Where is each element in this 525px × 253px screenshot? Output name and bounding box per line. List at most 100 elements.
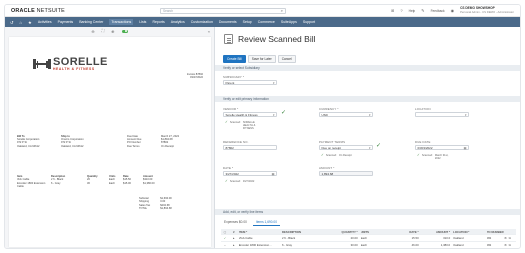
tab-expenses[interactable]: Expenses $0.00 [221, 219, 250, 226]
due-date-input[interactable]: 03/03/2022 ▦ [415, 145, 469, 151]
due-date-field: DUE DATE 03/03/2022 ▦ [415, 140, 469, 151]
chevron-down-icon: ▾ [368, 112, 371, 117]
viewer-toolbar: ⊖ ⛶ ⊕ [5, 27, 214, 35]
nav-transactions[interactable]: Transactions [109, 19, 134, 25]
home-icon[interactable]: ⌂ [20, 20, 23, 25]
create-bill-button[interactable]: Create Bill [223, 55, 246, 64]
nav-lists[interactable]: Lists [139, 20, 146, 24]
nav-customization[interactable]: Customization [191, 20, 213, 24]
items-grid: ▢ # ITEM * DESCRIPTION QUANTITY * UNITS … [221, 229, 516, 248]
user-role: Personal Admin - CS DEMO - Administrator [460, 9, 514, 14]
nav-support[interactable]: Support [303, 20, 315, 24]
document-viewer: ⊖ ⛶ ⊕ « SORELLE HEALTH & FITNESS Invoice… [5, 27, 215, 248]
back-icon[interactable]: ↺ [10, 20, 14, 25]
reference-input[interactable]: 87802 [223, 145, 277, 151]
open-icon[interactable]: ⧉ [509, 243, 511, 247]
vendor-field: VENDOR * Sorelle Health & Fitness ▾ [223, 107, 277, 118]
reference-field: REFERENCE NO. 87802 [223, 140, 277, 151]
vendor-verified-check-icon: ✓ [281, 110, 287, 116]
nav-reports[interactable]: Reports [152, 20, 164, 24]
table-row[interactable]: – ▸ Encoder 1800 Extension... 6 - Gray 3… [221, 242, 516, 248]
vendor-select[interactable]: Sorelle Health & Fitness ▾ [223, 112, 277, 118]
nav-suiteapps[interactable]: SuiteApps [281, 20, 297, 24]
due-date-scanned-value: ✓ Scanned: March 31st, 2022 [417, 153, 449, 161]
invoice-meta-values: March 27, 2022 $1,894.68 87802 On Receip… [161, 135, 180, 148]
check-icon: ✓ [225, 120, 228, 124]
feedback-icon[interactable]: ✎ [421, 8, 424, 13]
zoom-in-icon[interactable]: ⊕ [111, 29, 114, 34]
currency-field: CURRENCY * USD ▾ [319, 107, 373, 118]
search-input[interactable]: Search [161, 9, 281, 13]
calendar-icon: ▦ [271, 171, 275, 176]
chevron-down-icon: ▾ [368, 145, 371, 150]
subsidiary-section-header[interactable]: Verify or select Subsidiary [215, 65, 520, 71]
subsidiary-field: SUBSIDIARY * Parent ▾ [223, 75, 277, 86]
nav-banking-center[interactable]: Banking Center [79, 20, 103, 24]
tab-items[interactable]: Items 1,690.00 [252, 219, 280, 226]
app-window: ORACLE NETSUITE Search ⌕ ⊞ ? Help ✎ Feedba… [4, 4, 521, 249]
feedback-link[interactable]: Feedback [431, 9, 445, 13]
recent-records-icon[interactable]: ⊞ [391, 8, 394, 13]
ship-to-block: Ship to Onscro Corporation 972 P St Oakl… [61, 135, 84, 148]
table-row[interactable]: ✓ ▸ VGA Cable 2 ft - Black 20.00 Each 15… [221, 235, 516, 242]
location-field: LOCATION ▾ [415, 107, 469, 118]
invoice-number: Invoice 87802 03/27/2022 [186, 73, 203, 80]
expand-row-icon[interactable]: ▸ [229, 243, 239, 247]
row-verified-check-icon: ✓ [223, 236, 227, 240]
main-nav: ↺ ⌂ ★ Activities Payments Banking Center… [5, 17, 520, 27]
expand-row-icon[interactable]: ▸ [229, 236, 239, 240]
invoice-line-table: Item Description Quantity Units Rate Amount V… [17, 175, 201, 189]
currency-select[interactable]: USD ▾ [319, 112, 373, 118]
review-form: Review Scanned Bill Create Bill Save for… [215, 27, 520, 248]
nav-analytics[interactable]: Analytics [171, 20, 185, 24]
vendor-scanned-value: ✓ Scanned: SORELLE HEALTH & FITNESS [225, 120, 256, 131]
global-search[interactable]: Search ⌕ [159, 7, 286, 14]
collapse-panel-icon[interactable]: « [208, 29, 210, 34]
row-status-icon: – [224, 243, 226, 247]
subsidiary-select[interactable]: Parent ▾ [223, 80, 277, 86]
action-buttons: Create Bill Save for Later Cancel [223, 55, 296, 64]
help-icon[interactable]: ? [400, 8, 402, 13]
payment-terms-field: PAYMENT TERMS Due on receipt ▾ [319, 140, 373, 151]
open-icon[interactable]: ⧉ [509, 236, 511, 240]
select-all-icon[interactable]: ▢ [221, 230, 229, 234]
calendar-icon: ▦ [463, 145, 467, 150]
cancel-button[interactable]: Cancel [277, 55, 296, 64]
oracle-netsuite-logo[interactable]: ORACLE NETSUITE [11, 8, 65, 14]
user-menu[interactable]: CS DEMO SHOWSHOP Personal Admin - CS DEM… [460, 6, 514, 14]
check-icon: ✓ [417, 153, 420, 157]
nav-setup[interactable]: Setup [243, 20, 252, 24]
date-input[interactable]: 3/27/2022 ▦ [223, 171, 277, 177]
terms-scanned-value: ✓ Scanned: On Receipt [321, 153, 352, 157]
search-icon[interactable]: ⌕ [281, 8, 285, 13]
invoice-line: Encoder 1800 Extension Cable 6 - Gray 30 Ea… [17, 181, 155, 189]
nav-activities[interactable]: Activities [38, 20, 52, 24]
amount-input[interactable]: 1,894.68 [319, 171, 373, 177]
scanned-invoice: SORELLE HEALTH & FITNESS Invoice 87802 0… [9, 37, 211, 247]
settings-icon[interactable]: ⚙ [504, 243, 507, 247]
nav-commerce[interactable]: Commerce [258, 20, 275, 24]
line-items-section-header[interactable]: Add, edit, or verify line items [215, 209, 520, 215]
chevron-down-icon: ▾ [272, 112, 275, 117]
user-icon[interactable]: ◉ [451, 8, 455, 13]
zoom-out-icon[interactable]: ⊖ [91, 29, 94, 34]
help-link[interactable]: Help [409, 9, 416, 13]
location-select[interactable]: ▾ [415, 112, 469, 118]
payment-terms-select[interactable]: Due on receipt ▾ [319, 145, 373, 151]
nav-payments[interactable]: Payments [58, 20, 74, 24]
terms-verified-check-icon: ✓ [376, 143, 382, 149]
check-icon: ✓ [321, 153, 324, 157]
highlight-toggle[interactable] [121, 29, 128, 33]
amount-field: AMOUNT * 1,894.68 [319, 166, 373, 177]
invoice-meta-labels: Due Date Amount Due PO Number Due Terms [127, 135, 142, 148]
nav-documents[interactable]: Documents [219, 20, 237, 24]
bill-to-block: Bill To Sorelle Corporation 972 P St Oak… [17, 135, 40, 148]
bill-document-icon [224, 34, 233, 44]
primary-section-header[interactable]: Verify or edit primary information [215, 96, 520, 102]
settings-icon[interactable]: ⚙ [504, 236, 507, 240]
line-item-tabs: Expenses $0.00 Items 1,690.00 [221, 219, 280, 226]
save-for-later-button[interactable]: Save for Later [247, 55, 276, 64]
vendor-logo: SORELLE HEALTH & FITNESS [33, 57, 108, 71]
fit-page-icon[interactable]: ⛶ [102, 29, 105, 33]
star-icon[interactable]: ★ [28, 20, 32, 25]
